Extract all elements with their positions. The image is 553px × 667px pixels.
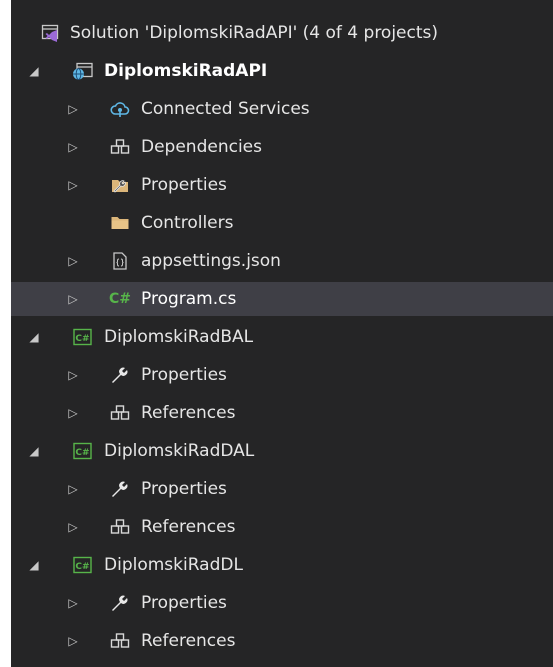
expand-arrow-collapsed-icon[interactable]: ▷	[66, 282, 80, 316]
tree-row-references[interactable]: ▷ References	[11, 396, 553, 430]
tree-row-solution[interactable]: Solution 'DiplomskiRadAPI' (4 of 4 proje…	[11, 16, 553, 50]
tree-label-properties: Properties	[141, 175, 227, 195]
tree-label-controllers: Controllers	[141, 213, 234, 233]
wrench-icon	[108, 472, 132, 506]
expand-arrow-collapsed-icon[interactable]: ▷	[66, 358, 80, 392]
tree-label-project: DiplomskiRadBAL	[104, 327, 254, 347]
tree-label-appsettings: appsettings.json	[141, 251, 281, 271]
tree-label-properties: Properties	[141, 365, 227, 385]
expand-arrow-collapsed-icon[interactable]: ▷	[66, 396, 80, 430]
references-icon	[108, 624, 132, 658]
tree-row-controllers[interactable]: Controllers	[11, 206, 553, 240]
tree-label-project: DiplomskiRadAPI	[104, 61, 268, 81]
tree-row-project-dal[interactable]: ◢ C# DiplomskiRadDAL	[11, 434, 553, 468]
csharp-project-icon: C#	[71, 320, 95, 354]
tree-row-appsettings[interactable]: ▷ appsettings.json	[11, 244, 553, 278]
tree-row-properties[interactable]: ▷ Properties	[11, 472, 553, 506]
tree-label-program-cs: Program.cs	[141, 289, 237, 309]
tree-label-references: References	[141, 517, 236, 537]
svg-text:C#: C#	[75, 562, 89, 572]
tree-label-dependencies: Dependencies	[141, 137, 262, 157]
tree-label-project: DiplomskiRadDAL	[104, 441, 255, 461]
tree-label-properties: Properties	[141, 479, 227, 499]
connected-services-icon	[108, 92, 132, 126]
expand-arrow-collapsed-icon[interactable]: ▷	[66, 624, 80, 658]
references-icon	[108, 510, 132, 544]
tree-row-project-api[interactable]: ◢ DiplomskiRadAPI	[11, 54, 553, 88]
tree-row-references[interactable]: ▷ References	[11, 510, 553, 544]
wrench-icon	[108, 358, 132, 392]
tree-label-connected-services: Connected Services	[141, 99, 310, 119]
expand-arrow-collapsed-icon[interactable]: ▷	[66, 244, 80, 278]
tree-row-connected-services[interactable]: ▷ Connected Services	[11, 92, 553, 126]
references-icon	[108, 396, 132, 430]
csharp-project-icon: C#	[71, 548, 95, 582]
svg-text:C#: C#	[75, 334, 89, 344]
json-file-icon	[108, 244, 132, 278]
expand-arrow-expanded-icon[interactable]: ◢	[27, 54, 41, 88]
tree-row-program-cs[interactable]: ▷ C# Program.cs	[11, 282, 553, 316]
tree-row-dependencies[interactable]: ▷ Dependencies	[11, 130, 553, 164]
wrench-icon	[108, 586, 132, 620]
solution-explorer-tree: Solution 'DiplomskiRadAPI' (4 of 4 proje…	[11, 0, 553, 667]
dependencies-icon	[108, 130, 132, 164]
web-project-icon	[71, 54, 95, 88]
properties-wrench-folder-icon	[108, 168, 132, 202]
expand-arrow-expanded-icon[interactable]: ◢	[27, 320, 41, 354]
csharp-project-icon: C#	[71, 434, 95, 468]
expand-arrow-collapsed-icon[interactable]: ▷	[66, 472, 80, 506]
tree-label-project: DiplomskiRadDL	[104, 555, 243, 575]
expand-arrow-collapsed-icon[interactable]: ▷	[66, 130, 80, 164]
expand-arrow-collapsed-icon[interactable]: ▷	[66, 168, 80, 202]
csharp-file-icon: C#	[108, 291, 131, 307]
expand-arrow-expanded-icon[interactable]: ◢	[27, 548, 41, 582]
expand-arrow-collapsed-icon[interactable]: ▷	[66, 586, 80, 620]
expand-arrow-expanded-icon[interactable]: ◢	[27, 434, 41, 468]
tree-row-properties[interactable]: ▷ Properties	[11, 358, 553, 392]
folder-icon	[108, 206, 132, 240]
tree-row-properties[interactable]: ▷ Properties	[11, 168, 553, 202]
tree-label-references: References	[141, 631, 236, 651]
tree-row-project-bal[interactable]: ◢ C# DiplomskiRadBAL	[11, 320, 553, 354]
solution-icon	[39, 16, 63, 50]
tree-row-project-dl[interactable]: ◢ C# DiplomskiRadDL	[11, 548, 553, 582]
svg-text:C#: C#	[75, 448, 89, 458]
tree-row-properties[interactable]: ▷ Properties	[11, 586, 553, 620]
tree-label-references: References	[141, 403, 236, 423]
expand-arrow-collapsed-icon[interactable]: ▷	[66, 510, 80, 544]
tree-label-solution: Solution 'DiplomskiRadAPI' (4 of 4 proje…	[70, 23, 439, 43]
expand-arrow-collapsed-icon[interactable]: ▷	[66, 92, 80, 126]
tree-label-properties: Properties	[141, 593, 227, 613]
tree-row-references[interactable]: ▷ References	[11, 624, 553, 658]
